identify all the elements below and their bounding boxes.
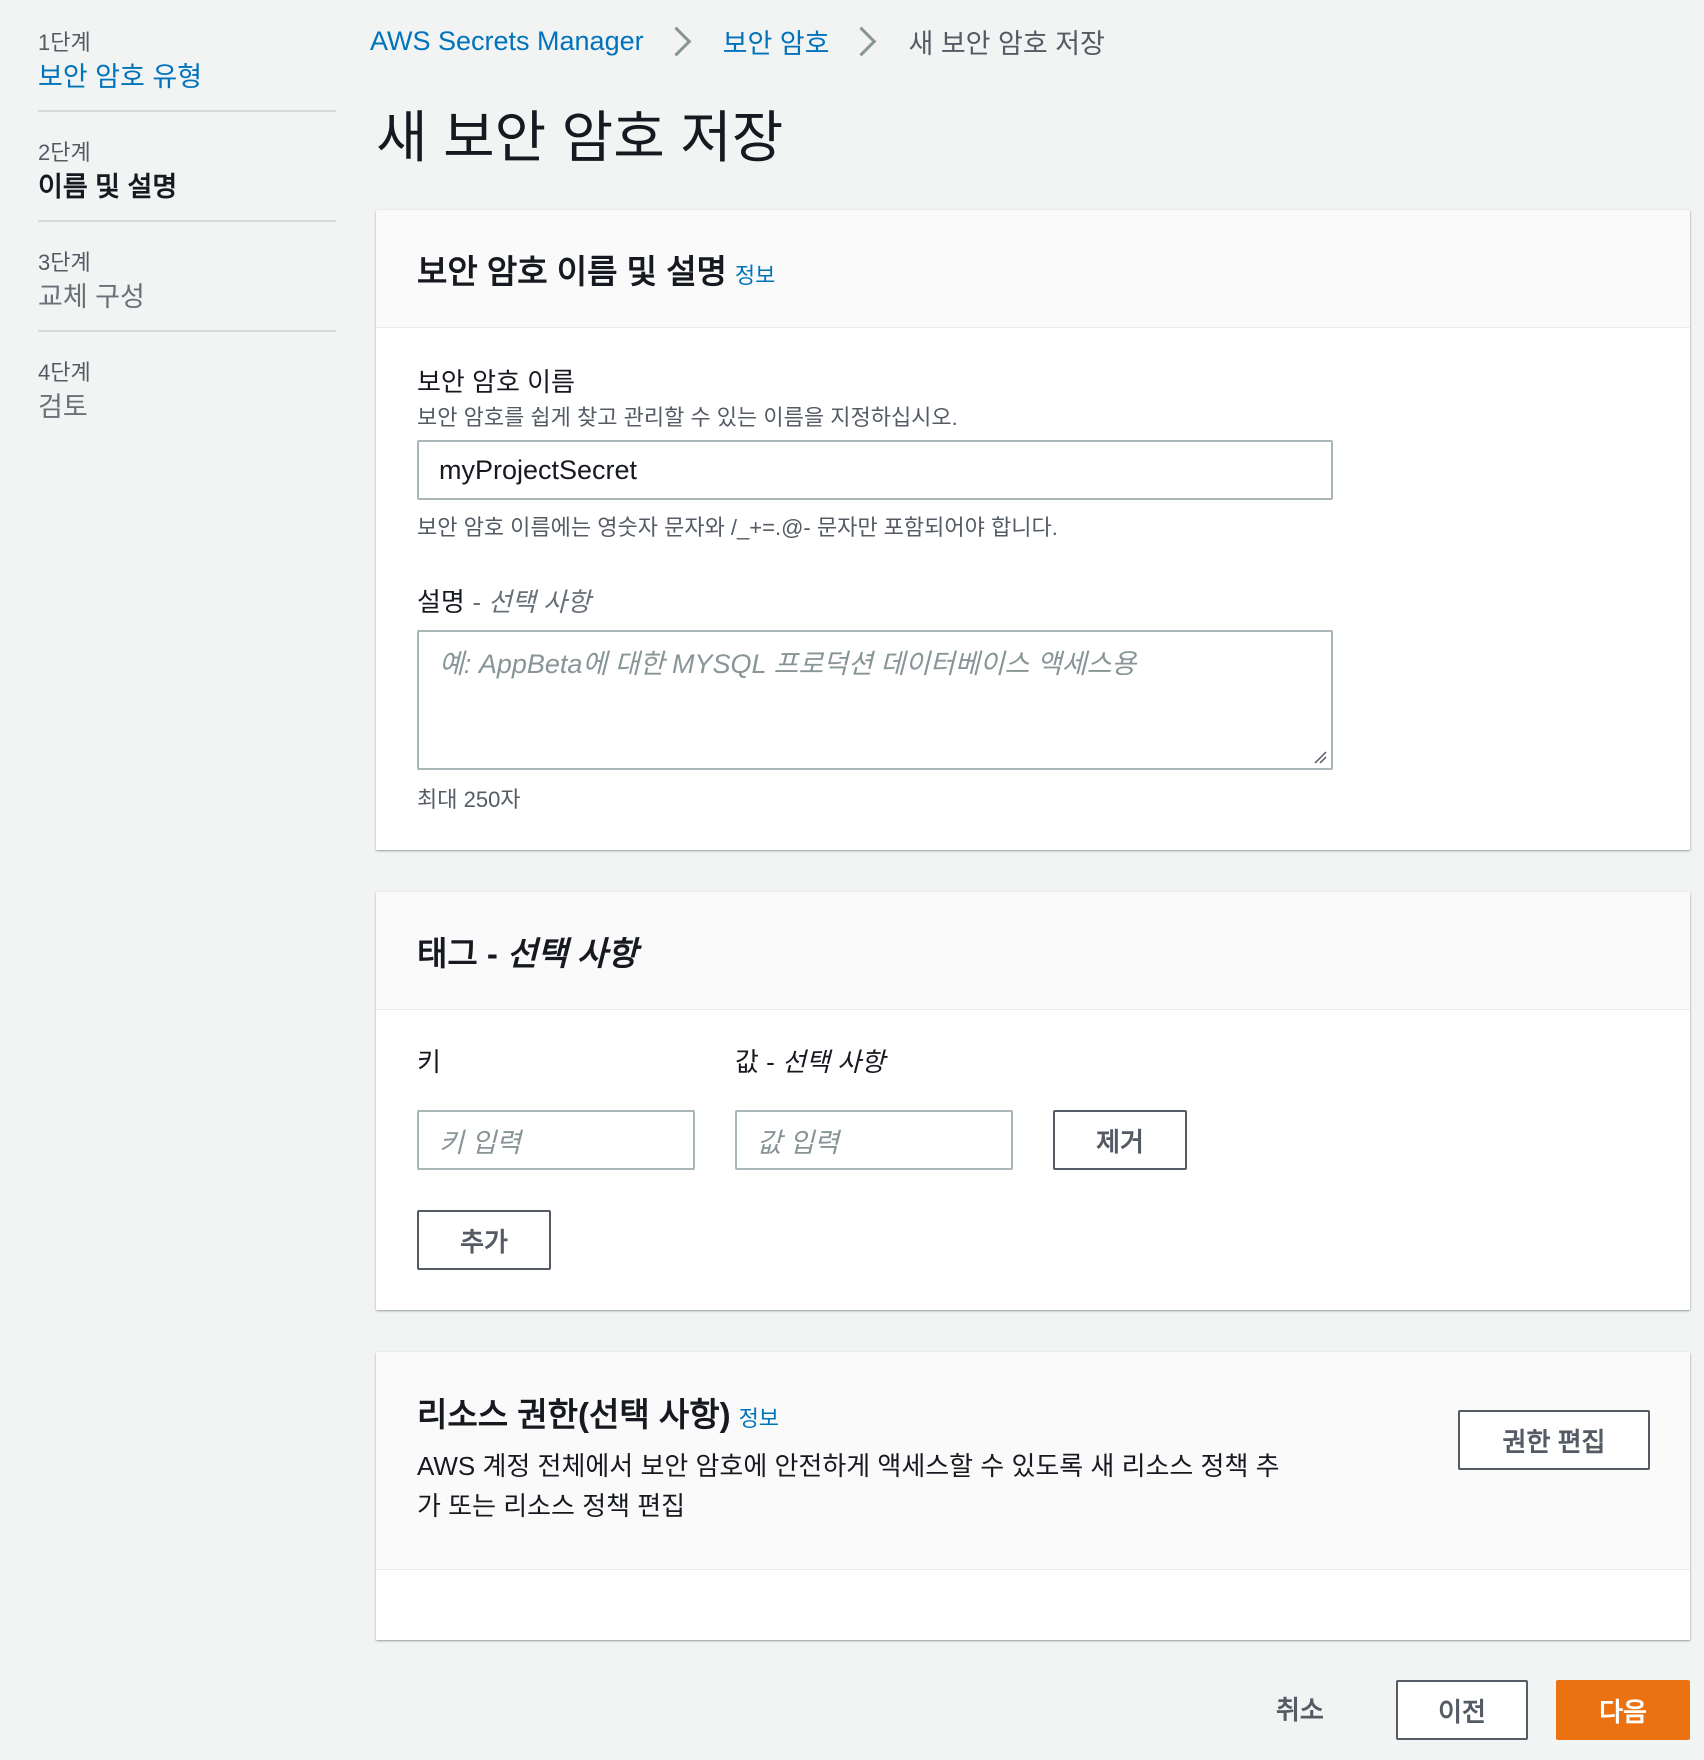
wizard-steps: 1단계 보안 암호 유형 2단계 이름 및 설명 3단계 교체 구성 4단계 검… [38, 22, 336, 440]
tags-title-text: 태그 - [417, 934, 508, 972]
tag-value-placeholder: 값 입력 [757, 1127, 840, 1158]
tag-key-placeholder: 키 입력 [439, 1127, 522, 1158]
info-link[interactable]: 정보 [735, 263, 775, 288]
wizard-step-1: 1단계 보안 암호 유형 [38, 22, 336, 112]
step-number: 1단계 [38, 30, 91, 55]
edit-permissions-button[interactable]: 권한 편집 [1458, 1410, 1650, 1470]
tags-panel: 태그 - 선택 사항 키 값 - 선택 사항 키 입력 값 입력 제거 추가 [376, 892, 1690, 1310]
secret-name-description: 보안 암호를 쉽게 찾고 관리할 수 있는 이름을 지정하십시오. [417, 405, 958, 430]
description-textarea[interactable]: 예: AppBeta에 대한 MYSQL 프로덕션 데이터베이스 액세스용 [417, 630, 1333, 770]
secret-name-value: myProjectSecret [439, 454, 638, 485]
secret-name-input[interactable]: myProjectSecret [417, 440, 1333, 500]
tag-key-label: 키 [417, 1047, 441, 1077]
step-review: 검토 [38, 392, 88, 422]
chevron-right-icon [847, 26, 877, 56]
step-number: 2단계 [38, 140, 91, 165]
resource-permissions-title-text: 리소스 권한(선택 사항) [417, 1396, 731, 1433]
secret-name-constraint: 보안 암호 이름에는 영숫자 문자와 /_+=.@- 문자만 포함되어야 합니다… [417, 515, 1058, 540]
tag-value-label-text: 값 - [735, 1047, 783, 1077]
tags-title-optional: 선택 사항 [507, 934, 638, 972]
resource-permissions-title: 리소스 권한(선택 사항) 정보 [417, 1388, 779, 1436]
resize-grip-icon[interactable] [1313, 750, 1327, 764]
previous-button[interactable]: 이전 [1396, 1680, 1528, 1740]
breadcrumb: AWS Secrets Manager 보안 암호 새 보안 암호 저장 [370, 20, 1105, 62]
description-label-text: 설명 [417, 587, 465, 617]
resource-desc-line-1: AWS 계정 전체에서 보안 암호에 안전하게 액세스할 수 있도록 새 리소스… [417, 1451, 1280, 1481]
optional-hint: - 선택 사항 [464, 587, 591, 617]
tag-value-label: 값 - 선택 사항 [735, 1042, 885, 1079]
panel-header: 태그 - 선택 사항 [376, 892, 1690, 1010]
description-placeholder: 예: AppBeta에 대한 MYSQL 프로덕션 데이터베이스 액세스용 [439, 649, 1137, 679]
wizard-step-4: 4단계 검토 [38, 332, 336, 440]
add-tag-button[interactable]: 추가 [417, 1210, 551, 1270]
resource-desc-line-2: 가 또는 리소스 정책 편집 [417, 1491, 686, 1521]
description-label: 설명 - 선택 사항 [417, 582, 591, 619]
wizard-step-3: 3단계 교체 구성 [38, 222, 336, 332]
chevron-right-icon [661, 26, 691, 56]
resource-permissions-panel: 리소스 권한(선택 사항) 정보 AWS 계정 전체에서 보안 암호에 안전하게 … [376, 1352, 1690, 1640]
breadcrumb-secrets-manager[interactable]: AWS Secrets Manager [370, 26, 644, 57]
description-constraint: 최대 250자 [417, 787, 521, 812]
step-current-name-description: 이름 및 설명 [38, 172, 178, 202]
step-rotation-config: 교체 구성 [38, 282, 145, 312]
step-link-secret-type[interactable]: 보안 암호 유형 [38, 58, 336, 96]
secret-name-panel-title: 보안 암호 이름 및 설명 [417, 252, 727, 290]
next-button[interactable]: 다음 [1556, 1680, 1690, 1740]
step-number: 3단계 [38, 250, 91, 275]
panel-header: 리소스 권한(선택 사항) 정보 AWS 계정 전체에서 보안 암호에 안전하게 … [376, 1352, 1690, 1570]
wizard-step-2: 2단계 이름 및 설명 [38, 112, 336, 222]
resource-permissions-description: AWS 계정 전체에서 보안 암호에 안전하게 액세스할 수 있도록 새 리소스… [417, 1446, 1280, 1526]
tag-key-input[interactable]: 키 입력 [417, 1110, 695, 1170]
info-link[interactable]: 정보 [739, 1406, 779, 1431]
step-number: 4단계 [38, 360, 91, 385]
breadcrumb-current: 새 보안 암호 저장 [908, 28, 1105, 59]
secret-name-panel: 보안 암호 이름 및 설명 정보 보안 암호 이름 보안 암호를 쉽게 찾고 관리… [376, 210, 1690, 850]
panel-title: 보안 암호 이름 및 설명 정보 [417, 245, 775, 293]
secret-name-label: 보안 암호 이름 [417, 367, 575, 397]
page-title: 새 보안 암호 저장 [376, 106, 784, 169]
tag-value-optional: 선택 사항 [782, 1047, 885, 1077]
tag-value-input[interactable]: 값 입력 [735, 1110, 1013, 1170]
panel-header: 보안 암호 이름 및 설명 정보 [376, 210, 1690, 328]
cancel-button[interactable]: 취소 [1276, 1690, 1324, 1727]
tags-panel-title: 태그 - 선택 사항 [417, 927, 638, 975]
remove-tag-button[interactable]: 제거 [1053, 1110, 1187, 1170]
breadcrumb-secrets[interactable]: 보안 암호 [723, 22, 830, 61]
